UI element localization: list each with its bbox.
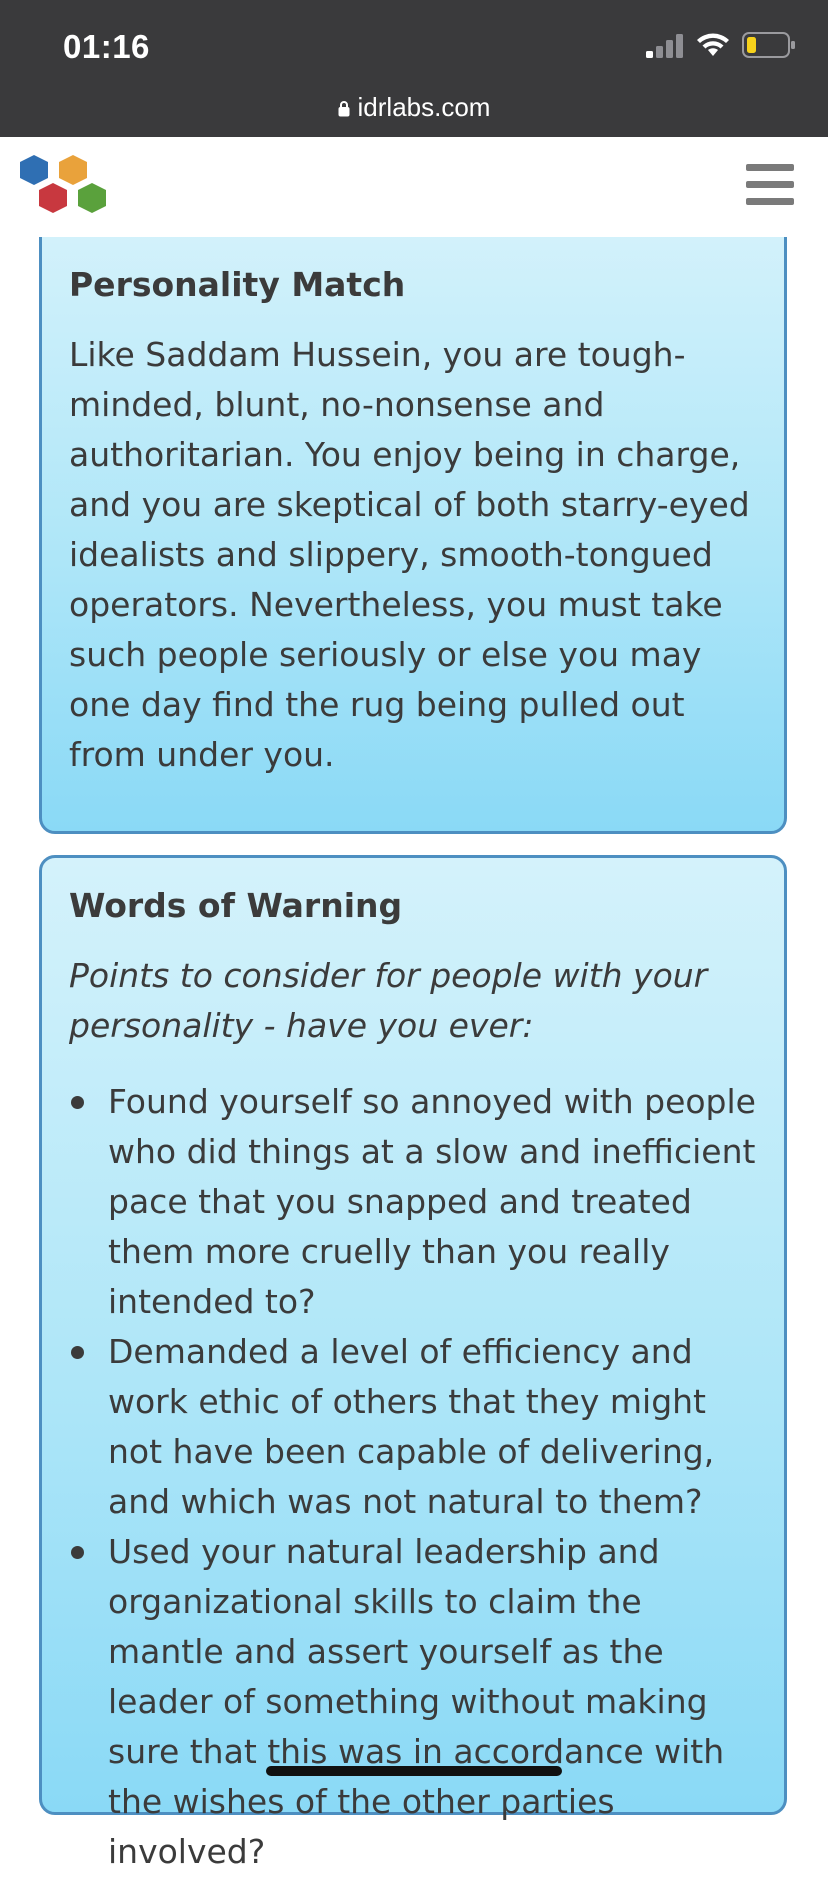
battery-icon [742,32,796,62]
address-bar[interactable]: idrlabs.com [0,92,828,124]
hamburger-menu-icon[interactable] [746,164,794,206]
list-item: Found yourself so annoyed with people wh… [69,1077,760,1327]
site-header [0,137,828,237]
personality-match-card: Personality Match Like Saddam Hussein, y… [39,218,787,834]
cellular-signal-icon [646,34,684,62]
words-of-warning-intro: Points to consider for people with your … [69,956,708,1045]
list-item: Demanded a level of efficiency and work … [69,1327,760,1527]
lock-icon [338,93,350,124]
personality-match-body: Like Saddam Hussein, you are tough-minde… [69,335,750,774]
warning-list: Found yourself so annoyed with people wh… [69,1077,760,1877]
idrlabs-logo[interactable] [18,151,110,225]
browser-top-bar: 01:16 idrlabs.com [0,0,828,137]
wifi-icon [696,32,730,62]
words-of-warning-title: Words of Warning [69,886,403,925]
status-time: 01:16 [63,28,150,65]
url-domain: idrlabs.com [357,92,491,122]
status-icons [646,32,796,62]
words-of-warning-card: Words of Warning Points to consider for … [39,855,787,1871]
home-indicator[interactable] [266,1766,562,1776]
list-item: Used your natural leadership and organiz… [69,1527,760,1877]
personality-match-title: Personality Match [69,265,406,304]
